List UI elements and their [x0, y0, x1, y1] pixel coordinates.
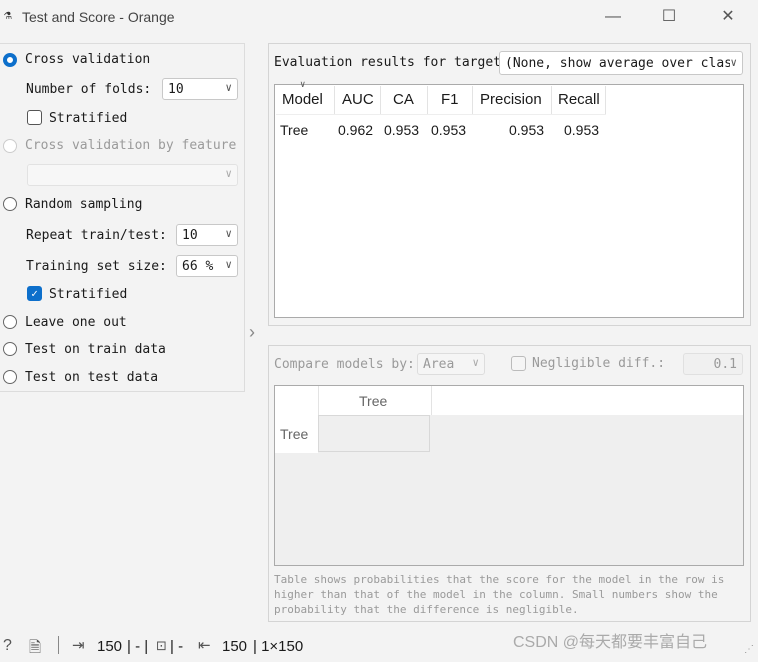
minimize-button[interactable]: — — [598, 6, 628, 30]
cell-model[interactable]: Tree — [280, 122, 308, 138]
col-header-precision[interactable]: Precision — [480, 91, 542, 108]
col-divider — [551, 86, 552, 114]
compare-label: Compare models by: — [274, 357, 415, 372]
col-divider — [334, 86, 335, 114]
folds-select[interactable]: 10 ∨ — [162, 78, 238, 100]
output-count: 150 — [222, 638, 248, 655]
col-divider — [605, 86, 606, 114]
train-size-select[interactable]: 66 % ∨ — [176, 255, 238, 277]
negligible-input: 0.1 — [683, 353, 743, 375]
resize-grip-icon[interactable]: ⋰ — [744, 644, 754, 655]
cell-f1[interactable]: 0.953 — [431, 122, 466, 138]
compare-note: Table shows probabilities that the score… — [274, 573, 725, 616]
chevron-down-icon: ∨ — [472, 356, 479, 369]
compare-metric-select: Area ∨ — [417, 353, 485, 375]
help-icon[interactable]: ? — [3, 637, 12, 655]
input-separator: | - | — [127, 638, 149, 655]
stratified-rs-checkbox[interactable]: ✓ — [27, 286, 42, 301]
test-on-train-radio[interactable] — [3, 342, 17, 356]
compare-col-divider — [431, 386, 432, 415]
cell-precision[interactable]: 0.953 — [509, 122, 544, 138]
status-divider — [58, 636, 59, 654]
collapse-chevron-icon[interactable]: › — [249, 322, 255, 343]
cell-auc[interactable]: 0.962 — [338, 122, 373, 138]
cross-validation-label[interactable]: Cross validation — [25, 52, 150, 67]
cross-validation-radio[interactable] — [3, 53, 17, 67]
chevron-down-icon: ∨ — [225, 227, 232, 240]
col-header-model[interactable]: Model — [282, 91, 323, 108]
test-on-test-radio[interactable] — [3, 370, 17, 384]
feature-select: ∨ — [27, 164, 238, 186]
cv-by-feature-label: Cross validation by feature — [25, 138, 237, 153]
close-button[interactable]: ✕ — [713, 6, 743, 30]
col-header-auc[interactable]: AUC — [342, 91, 374, 108]
orange-app-icon: ⚗ — [4, 8, 12, 23]
col-divider — [427, 86, 428, 114]
test-on-test-label[interactable]: Test on test data — [25, 370, 158, 385]
results-table — [274, 84, 744, 318]
cv-by-feature-radio — [3, 139, 17, 153]
stratified-rs-label[interactable]: Stratified — [49, 287, 127, 302]
leave-one-out-radio[interactable] — [3, 315, 17, 329]
target-label: Evaluation results for target — [274, 55, 501, 70]
folds-label: Number of folds: — [26, 82, 152, 97]
compare-col-divider — [318, 386, 319, 415]
title-bar: ⚗ Test and Score - Orange — ☐ ✕ — [0, 0, 758, 36]
col-divider — [472, 86, 473, 114]
compare-metric-value: Area — [423, 357, 455, 372]
leave-one-out-label[interactable]: Leave one out — [25, 315, 127, 330]
output-icon: ⇤ — [198, 637, 211, 654]
stratified-cv-label[interactable]: Stratified — [49, 111, 127, 126]
repeat-label: Repeat train/test: — [26, 228, 167, 243]
compare-header-row — [275, 386, 743, 415]
maximize-button[interactable]: ☐ — [654, 6, 684, 30]
stratified-cv-checkbox[interactable] — [27, 110, 42, 125]
compare-cell — [318, 415, 430, 452]
status-separator: | - — [170, 638, 184, 655]
negligible-checkbox — [511, 356, 526, 371]
negligible-label: Negligible diff.: — [532, 356, 666, 371]
repeat-select[interactable]: 10 ∨ — [176, 224, 238, 246]
table-icon: ⊡ — [156, 638, 167, 653]
compare-row-header: Tree — [280, 426, 309, 442]
cell-recall[interactable]: 0.953 — [564, 122, 599, 138]
cell-ca[interactable]: 0.953 — [384, 122, 419, 138]
compare-corner — [275, 386, 318, 453]
test-on-train-label[interactable]: Test on train data — [25, 342, 166, 357]
chevron-down-icon: ∨ — [225, 167, 232, 180]
chevron-down-icon: ∨ — [225, 258, 232, 271]
col-header-f1[interactable]: F1 — [441, 91, 459, 108]
col-header-ca[interactable]: CA — [393, 91, 414, 108]
input-count: 150 — [97, 638, 123, 655]
watermark: CSDN @每天都要丰富自己 — [513, 634, 708, 651]
report-icon[interactable]: 🗎 — [29, 637, 41, 662]
output-shape: | 1×150 — [253, 638, 304, 655]
col-divider — [380, 86, 381, 114]
train-size-value: 66 % — [182, 259, 214, 274]
random-sampling-label[interactable]: Random sampling — [25, 197, 142, 212]
chevron-down-icon: ∨ — [730, 56, 737, 69]
negligible-value: 0.1 — [713, 357, 737, 372]
folds-value: 10 — [168, 82, 184, 97]
train-size-label: Training set size: — [26, 259, 167, 274]
col-header-recall[interactable]: Recall — [558, 91, 600, 108]
target-value: (None, show average over clas — [505, 56, 732, 71]
repeat-value: 10 — [182, 228, 198, 243]
compare-col-header: Tree — [359, 393, 388, 409]
chevron-down-icon: ∨ — [225, 81, 232, 94]
window-title: Test and Score - Orange — [22, 9, 175, 25]
input-icon: ⇥ — [72, 637, 85, 654]
random-sampling-radio[interactable] — [3, 197, 17, 211]
target-select[interactable]: (None, show average over clas ∨ — [499, 51, 743, 75]
